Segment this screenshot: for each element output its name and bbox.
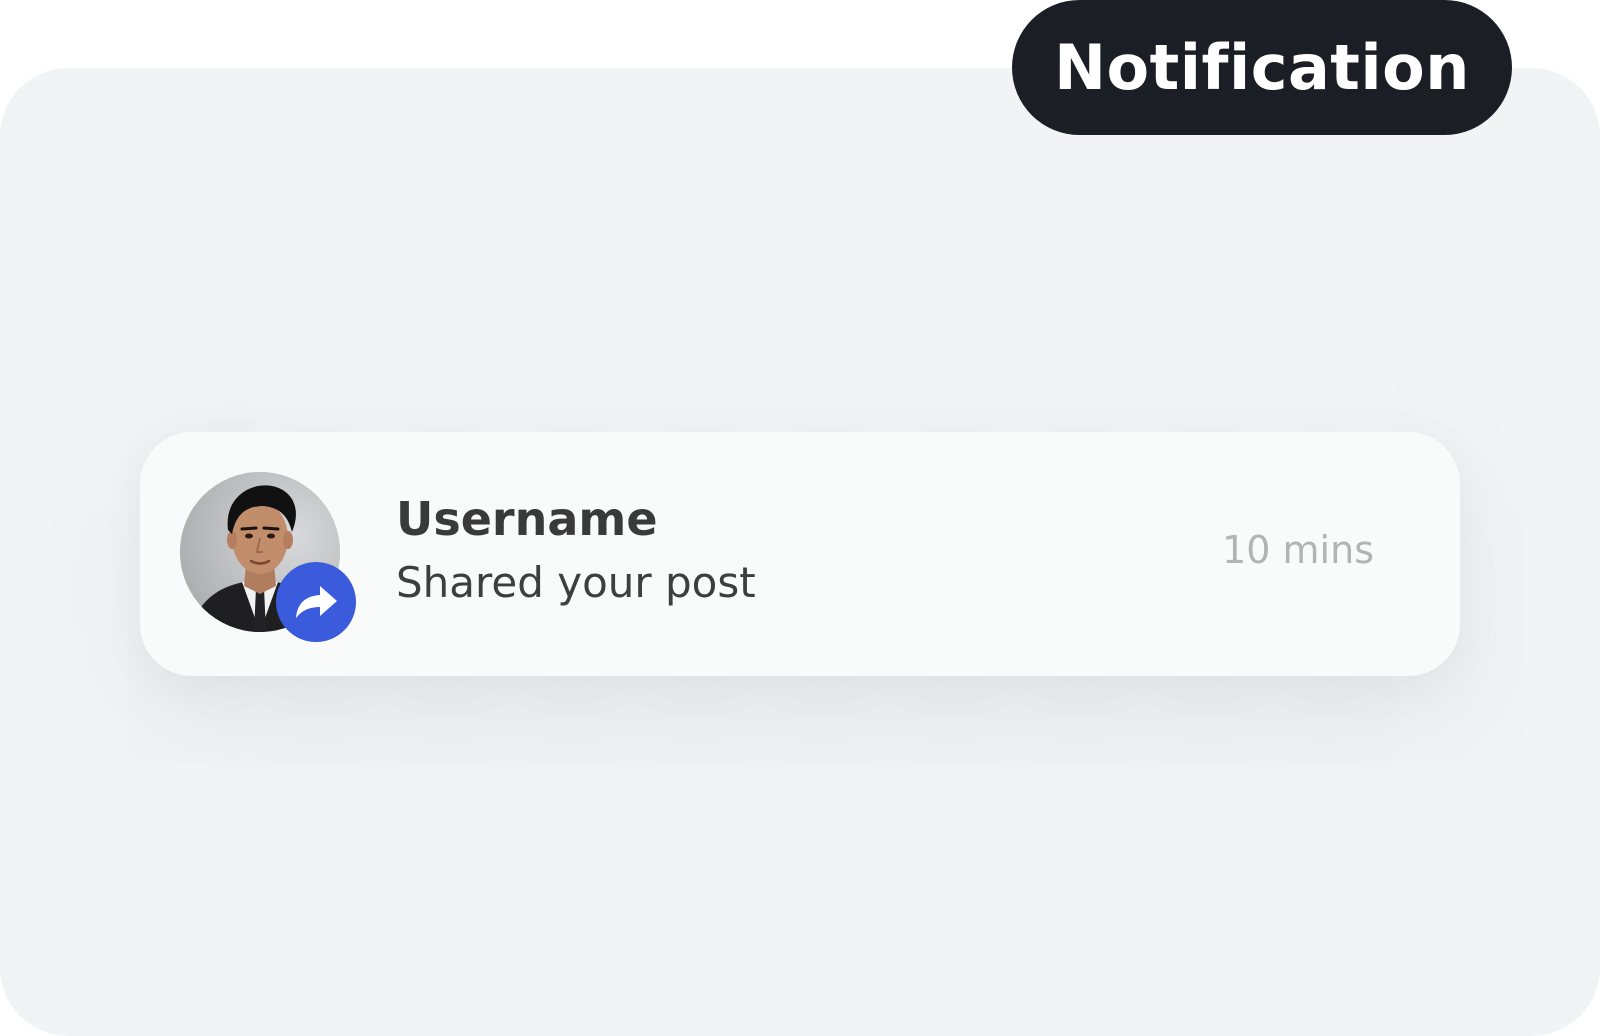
share-arrow-icon — [296, 586, 337, 618]
notification-showcase: Notification Username Shared your post 1… — [0, 0, 1600, 1036]
notification-username: Username — [396, 492, 658, 546]
share-badge[interactable] — [276, 562, 356, 642]
notification-timestamp: 10 mins — [1222, 528, 1374, 572]
notification-title-pill: Notification — [1012, 0, 1512, 135]
notification-card[interactable]: Username Shared your post 10 mins — [140, 432, 1460, 676]
notification-message: Shared your post — [396, 558, 756, 607]
page-title: Notification — [1054, 31, 1470, 104]
